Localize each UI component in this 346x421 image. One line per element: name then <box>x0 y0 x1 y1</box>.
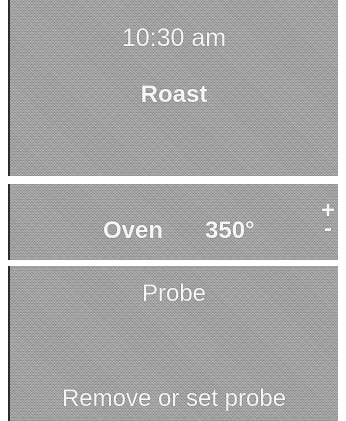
oven-temperature: 350° <box>205 217 255 244</box>
probe-title: Probe <box>141 280 207 307</box>
cooking-mode[interactable]: Roast <box>10 81 338 109</box>
oven-panel: Oven 350° + - <box>8 184 338 260</box>
temperature-adjuster: + - <box>318 199 338 241</box>
probe-panel: Probe Remove or set probe <box>8 266 338 421</box>
oven-label: Oven <box>103 217 164 244</box>
status-panel: 10:30 am Roast <box>8 0 338 176</box>
clock-time: 10:30 am <box>121 24 227 52</box>
probe-message: Remove or set probe <box>61 385 287 412</box>
